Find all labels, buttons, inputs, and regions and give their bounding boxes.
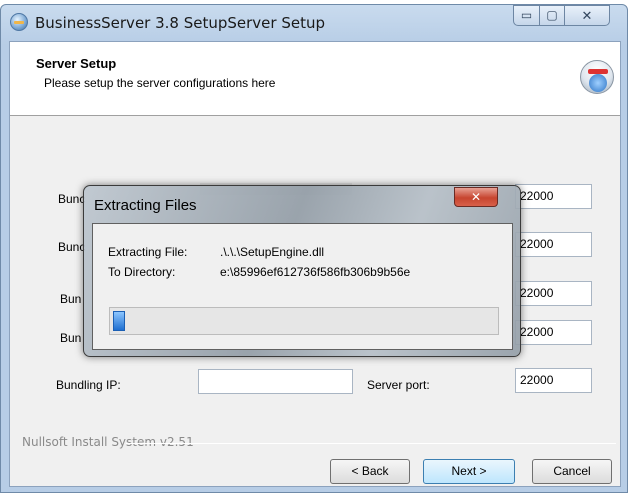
minimize-button[interactable]: ▭ [513,5,540,26]
extracting-file-value: .\.\.\SetupEngine.dll [220,245,325,259]
port-field-4[interactable]: 22000 [515,320,592,345]
to-directory-label: To Directory: [108,265,176,279]
server-port-label: Server port: [367,378,430,392]
installer-disc-icon [580,60,614,94]
port-field-3[interactable]: 22000 [515,281,592,306]
extraction-progress-fill [113,311,125,331]
extraction-progress-bar [109,307,499,335]
cancel-button[interactable]: Cancel [532,459,612,484]
footer-divider [126,443,616,444]
window-title: BusinessServer 3.8 SetupServer Setup [35,14,326,32]
title-bar[interactable]: BusinessServer 3.8 SetupServer Setup ▭ ▢… [1,5,627,39]
maximize-button[interactable]: ▢ [539,5,565,26]
app-icon [10,13,28,31]
close-button[interactable]: ✕ [564,5,610,26]
back-button[interactable]: < Back [330,459,410,484]
bundling-label-2: Bunc [58,240,86,254]
bundling-label-1: Bunc [58,192,86,206]
bundling-label-3: Bun [60,292,82,306]
page-title: Server Setup [36,56,117,71]
page-subtitle: Please setup the server configurations h… [44,76,276,90]
port-field-1[interactable]: 22000 [515,184,592,209]
dialog-title: Extracting Files [94,197,197,214]
bundling-ip-input[interactable] [198,369,353,394]
bundling-label-4: Bun [60,331,82,345]
to-directory-value: e:\85996ef612736f586fb306b9b56e [220,265,411,279]
extracting-file-label: Extracting File: [108,245,188,259]
next-button[interactable]: Next > [423,459,515,484]
disc-graphic [589,74,607,92]
page-header: Server Setup Please setup the server con… [10,42,620,116]
dialog-close-button[interactable]: ✕ [454,187,498,207]
port-field-2[interactable]: 22000 [515,232,592,257]
bundling-ip-label: Bundling IP: [56,378,121,392]
server-port-input[interactable]: 22000 [515,368,592,393]
dialog-client-area: Extracting File: .\.\.\SetupEngine.dll T… [92,223,513,350]
extracting-files-dialog: Extracting Files ✕ Extracting File: .\.\… [83,185,521,357]
nsis-branding: Nullsoft Install System v2.51 [22,435,194,449]
